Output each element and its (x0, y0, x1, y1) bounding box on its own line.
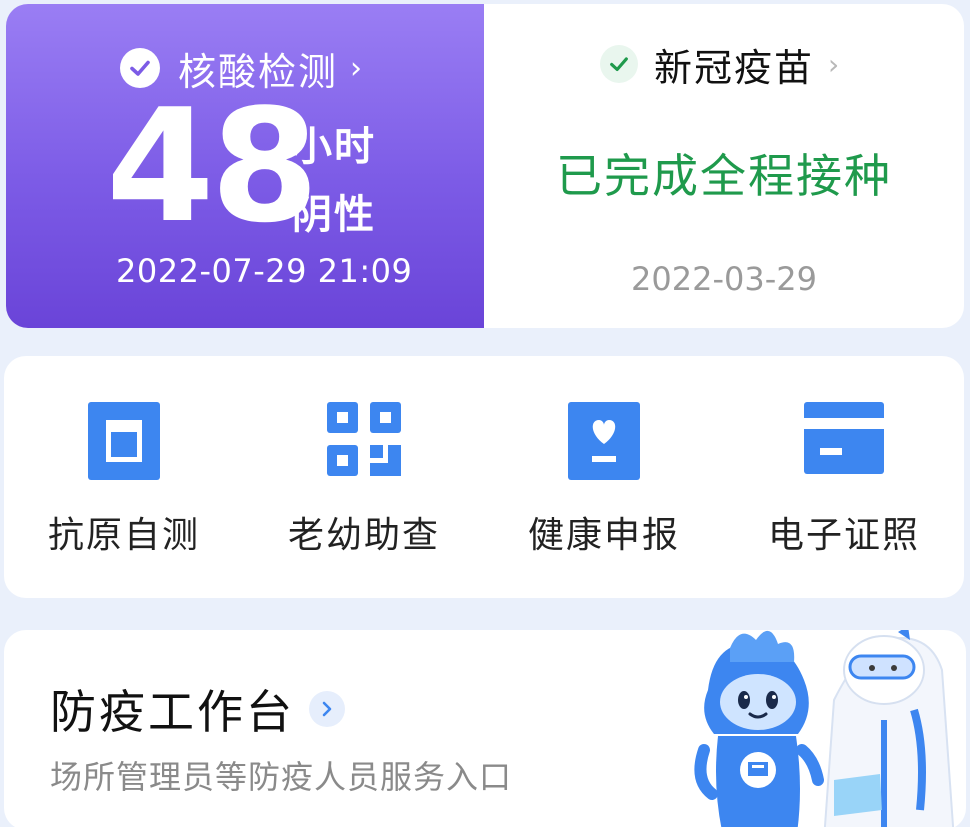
nucleic-timestamp: 2022-07-29 21:09 (116, 252, 413, 290)
health-code-page: 核酸检测 › 48 小时 阴性 2022-07-29 21:09 新冠疫苗 › … (0, 0, 970, 827)
chevron-right-icon: › (350, 50, 363, 86)
check-circle-icon (600, 45, 638, 83)
nucleic-result: 阴性 (292, 192, 376, 238)
service-elderly-child-check[interactable]: 老幼助查 (244, 356, 484, 598)
status-card: 核酸检测 › 48 小时 阴性 2022-07-29 21:09 新冠疫苗 › … (6, 4, 964, 328)
service-label: 健康申报 (527, 515, 680, 556)
workstation-title-row[interactable]: 防疫工作台 (50, 676, 345, 742)
nucleic-hours-unit: 小时 (292, 124, 376, 170)
health-declaration-icon (568, 402, 640, 484)
mascot-illustration (694, 630, 955, 827)
antigen-test-icon (88, 402, 160, 484)
chevron-right-icon (309, 691, 345, 727)
workstation-card[interactable]: 防疫工作台 场所管理员等防疫人员服务入口 (4, 630, 966, 827)
card-icon (804, 402, 884, 478)
workstation-title: 防疫工作台 (50, 685, 295, 739)
service-label: 老幼助查 (287, 515, 440, 556)
vaccine-panel[interactable]: 新冠疫苗 › 已完成全程接种 2022-03-29 (484, 4, 964, 328)
services-card: 抗原自测 老幼助查 健康申报 电子证照 (4, 356, 964, 598)
service-e-certificate[interactable]: 电子证照 (724, 356, 964, 598)
vaccine-title: 新冠疫苗 (654, 45, 815, 90)
service-label: 电子证照 (767, 515, 920, 556)
vaccine-date: 2022-03-29 (631, 260, 817, 298)
service-antigen-test[interactable]: 抗原自测 (4, 356, 244, 598)
nucleic-test-panel[interactable]: 核酸检测 › 48 小时 阴性 2022-07-29 21:09 (6, 4, 484, 328)
service-label: 抗原自测 (47, 515, 200, 556)
vaccine-header[interactable]: 新冠疫苗 › (600, 40, 840, 90)
workstation-subtitle: 场所管理员等防疫人员服务入口 (50, 758, 513, 796)
chevron-right-icon: › (828, 47, 840, 81)
nucleic-hours: 48 (106, 75, 319, 257)
vaccine-status: 已完成全程接种 (556, 149, 892, 203)
qr-code-icon (327, 402, 401, 480)
service-health-declaration[interactable]: 健康申报 (484, 356, 724, 598)
